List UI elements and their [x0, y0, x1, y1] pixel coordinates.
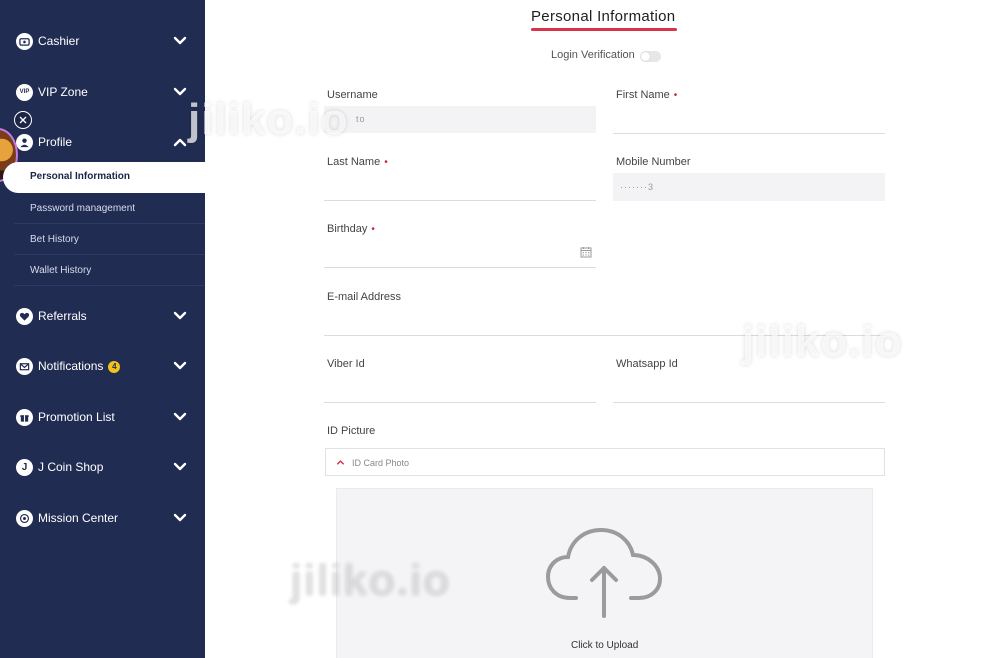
- watermark: jiliko.io: [742, 317, 903, 366]
- sidebar-subitem-label: Personal Information: [30, 171, 131, 182]
- viber-id-label: Viber Id: [327, 358, 365, 370]
- last-name-field[interactable]: [324, 200, 596, 201]
- vip-icon: VIP: [16, 83, 33, 101]
- sidebar-item-referrals[interactable]: Referrals: [0, 296, 205, 336]
- sidebar-subitem-label: Bet History: [30, 234, 79, 245]
- watermark: jiliko.io: [290, 556, 451, 605]
- calendar-icon[interactable]: [580, 246, 592, 258]
- mobile-number-label: Mobile Number: [616, 156, 691, 168]
- upload-label: Click to Upload: [571, 640, 639, 651]
- cloud-upload-icon[interactable]: [546, 526, 662, 618]
- sidebar-item-label: J Coin Shop: [38, 460, 104, 474]
- coin-icon: J: [16, 458, 33, 476]
- sidebar-subitem-label: Wallet History: [30, 265, 92, 276]
- chevron-down-icon: [173, 462, 187, 471]
- sidebar-item-label: Notifications: [38, 359, 104, 373]
- sidebar-item-label: Mission Center: [38, 511, 119, 525]
- sidebar-subitem-bet-history[interactable]: Bet History: [14, 224, 205, 255]
- first-name-field[interactable]: [613, 133, 885, 134]
- required-mark: •: [371, 224, 375, 235]
- sidebar-item-label: VIP Zone: [38, 85, 88, 99]
- chevron-up-icon: [336, 460, 345, 465]
- required-mark: •: [673, 90, 678, 101]
- sidebar-item-profile[interactable]: Profile: [0, 122, 205, 162]
- page-title: Personal Information: [531, 8, 676, 25]
- gift-icon: [16, 408, 33, 426]
- sidebar-item-label: Profile: [38, 135, 73, 149]
- chevron-down-icon: [173, 412, 187, 421]
- birthday-field[interactable]: [324, 267, 596, 268]
- mail-icon: [16, 357, 33, 375]
- wallet-icon: [16, 32, 33, 50]
- username-value: to: [356, 114, 366, 124]
- sidebar: Cashier VIP VIP Zone Profile Personal In…: [0, 0, 205, 658]
- chevron-down-icon: [173, 361, 187, 370]
- target-icon: [16, 509, 33, 527]
- sidebar-item-vip-zone[interactable]: VIP VIP Zone: [0, 72, 205, 112]
- sidebar-item-notifications[interactable]: Notifications 4: [0, 346, 205, 386]
- email-label: E-mail Address: [327, 291, 401, 303]
- whatsapp-id-field[interactable]: [613, 402, 885, 403]
- sidebar-subitem-label: Password management: [30, 203, 136, 214]
- watermark: jiliko.io: [188, 95, 349, 144]
- sidebar-subitem-wallet-history[interactable]: Wallet History: [14, 255, 205, 286]
- id-card-photo-accordion[interactable]: ID Card Photo: [325, 448, 885, 476]
- required-mark: •: [384, 157, 388, 168]
- sidebar-subitem-password-management[interactable]: Password management: [14, 193, 205, 224]
- user-icon: [16, 133, 33, 151]
- title-underline: [531, 28, 677, 31]
- birthday-label: Birthday •: [327, 223, 375, 235]
- sidebar-item-label: Cashier: [38, 34, 80, 48]
- chevron-down-icon: [173, 36, 187, 45]
- first-name-label: First Name •: [616, 89, 677, 101]
- login-verification-toggle[interactable]: [640, 51, 661, 62]
- id-picture-label: ID Picture: [327, 425, 376, 437]
- sidebar-item-mission-center[interactable]: Mission Center: [0, 498, 205, 538]
- sidebar-item-j-coin-shop[interactable]: J J Coin Shop: [0, 447, 205, 487]
- sidebar-item-label: Referrals: [38, 309, 87, 323]
- heart-icon: [16, 307, 33, 325]
- login-verification-label: Login Verification: [551, 49, 635, 61]
- chevron-down-icon: [173, 311, 187, 320]
- chevron-down-icon: [173, 513, 187, 522]
- accordion-label: ID Card Photo: [352, 458, 410, 468]
- chevron-down-icon: [173, 87, 187, 96]
- first-name-label-text: First Name: [616, 89, 670, 101]
- sidebar-item-promotion-list[interactable]: Promotion List: [0, 397, 205, 437]
- chevron-up-icon: [173, 138, 187, 147]
- notification-badge: 4: [108, 361, 121, 373]
- mobile-number-value: ·······3: [620, 182, 654, 192]
- sidebar-item-label: Promotion List: [38, 410, 115, 424]
- viber-id-field[interactable]: [324, 402, 596, 403]
- last-name-label: Last Name •: [327, 156, 388, 168]
- sidebar-item-cashier[interactable]: Cashier: [0, 21, 205, 61]
- whatsapp-id-label: Whatsapp Id: [616, 358, 678, 370]
- birthday-label-text: Birthday: [327, 223, 368, 235]
- last-name-label-text: Last Name: [327, 156, 381, 168]
